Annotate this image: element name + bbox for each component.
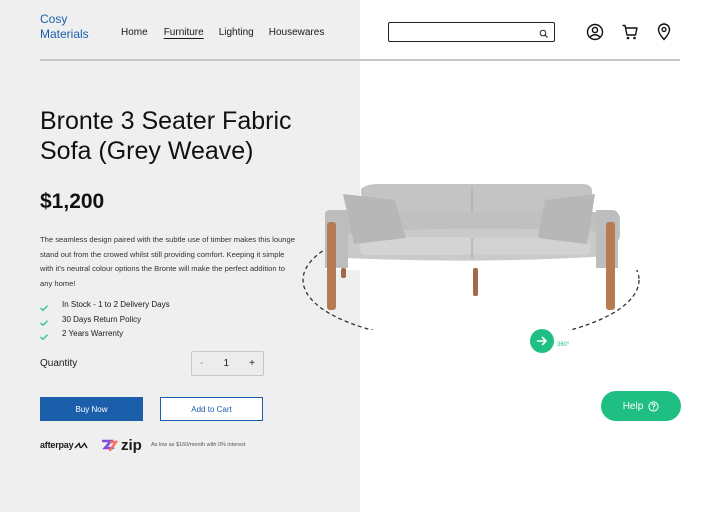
quantity-label: Quantity (40, 358, 78, 369)
add-to-cart-button[interactable]: Add to Cart (160, 397, 263, 421)
quantity-stepper: - 1 + (191, 351, 264, 376)
nav-item-home[interactable]: Home (121, 27, 148, 38)
zip-text: zip (121, 437, 142, 454)
check-icon (40, 331, 48, 346)
feature-text: In Stock - 1 to 2 Delivery Days (62, 300, 170, 309)
rotate-view-button[interactable] (530, 329, 554, 353)
brand-line-1: Cosy (40, 12, 68, 26)
help-label: Help (622, 400, 644, 412)
search-bar (388, 22, 555, 42)
quantity-increase-button[interactable]: + (249, 358, 255, 369)
help-button[interactable]: Help (601, 391, 681, 421)
header-divider (40, 59, 680, 61)
feature-item: 2 Years Warrenty (40, 327, 170, 342)
nav-item-lighting[interactable]: Lighting (219, 27, 254, 38)
installment-text: As low as $160/month with 0% interest (151, 442, 246, 448)
zip-mark-icon (102, 439, 118, 451)
product-title: Bronte 3 Seater Fabric Sofa (Grey Weave) (40, 107, 292, 165)
account-icon[interactable] (586, 23, 604, 46)
cart-icon[interactable] (621, 23, 639, 46)
product-price: $1,200 (40, 190, 105, 213)
feature-item: In Stock - 1 to 2 Delivery Days (40, 298, 170, 313)
location-icon[interactable] (656, 23, 672, 46)
quantity-decrease-button[interactable]: - (200, 358, 203, 369)
product-description: The seamless design paired with the subt… (40, 235, 295, 288)
search-icon[interactable] (539, 26, 549, 44)
search-input[interactable] (395, 25, 535, 39)
afterpay-logo: afterpay (40, 440, 89, 450)
arrow-right-icon (536, 336, 547, 346)
buy-now-button[interactable]: Buy Now (40, 397, 143, 421)
nav-item-furniture[interactable]: Furniture (164, 27, 204, 38)
sofa-image (302, 184, 645, 343)
feature-item: 30 Days Return Policy (40, 313, 170, 328)
feature-list: In Stock - 1 to 2 Delivery Days 30 Days … (40, 298, 170, 342)
brand-logo[interactable]: Cosy Materials (40, 12, 110, 42)
rotation-label: 360° (557, 342, 570, 348)
site-header: Cosy Materials Home Furniture Lighting H… (0, 0, 720, 60)
zip-logo: zip (102, 437, 142, 454)
product-image-viewer[interactable] (300, 170, 645, 343)
brand-line-2: Materials (40, 27, 89, 41)
feature-text: 30 Days Return Policy (62, 314, 142, 324)
feature-text: 2 Years Warrenty (62, 329, 124, 338)
afterpay-text: afterpay (40, 440, 74, 450)
quantity-value[interactable]: 1 (223, 358, 229, 369)
nav-item-housewares[interactable]: Housewares (269, 27, 325, 38)
info-icon (648, 400, 659, 412)
main-nav: Home Furniture Lighting Housewares (121, 27, 324, 38)
